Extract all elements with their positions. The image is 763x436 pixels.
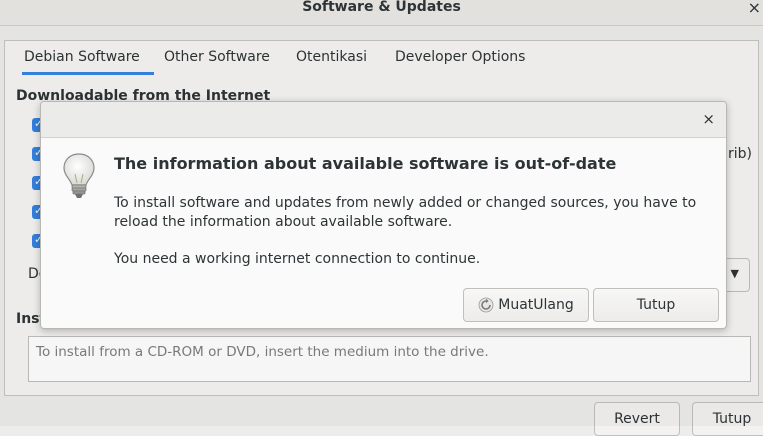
dialog-note: You need a working internet connection t…	[114, 251, 481, 267]
window-close-icon[interactable]: ×	[748, 0, 761, 17]
outdated-info-dialog: × The information about available softwa…	[40, 101, 727, 329]
dialog-message: To install software and updates from new…	[114, 195, 697, 230]
reload-icon	[478, 297, 494, 313]
window-title: Software & Updates	[302, 0, 461, 15]
dialog-title: The information about available software…	[114, 154, 617, 173]
dialog-close-icon[interactable]: ×	[702, 110, 715, 128]
window-titlebar: Software & Updates ×	[0, 0, 763, 26]
dialog-close-button[interactable]: Tutup	[593, 288, 719, 322]
reload-button[interactable]: MuatUlang	[463, 288, 589, 322]
reload-button-label: MuatUlang	[498, 297, 574, 313]
dialog-header: ×	[41, 102, 726, 138]
lightbulb-icon	[63, 153, 95, 198]
